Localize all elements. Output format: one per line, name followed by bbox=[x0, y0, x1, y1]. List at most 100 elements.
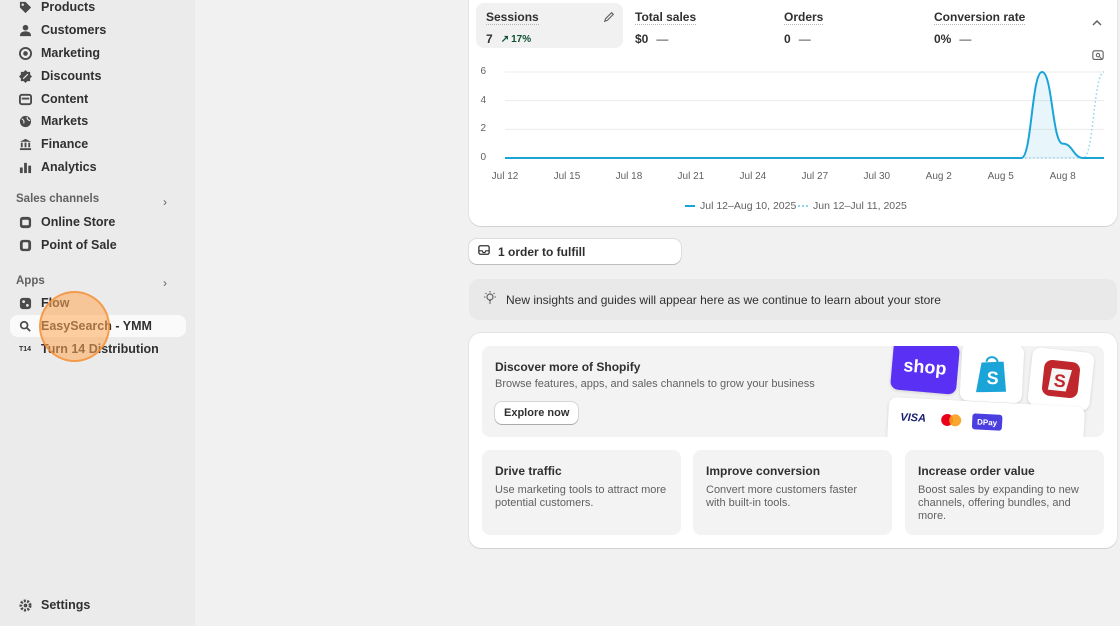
chevron-right-icon[interactable]: › bbox=[163, 195, 167, 209]
shopify-bag-icon: S bbox=[959, 346, 1025, 404]
metric-value: 0 bbox=[784, 32, 791, 46]
x-tick-label: Jul 12 bbox=[491, 171, 519, 182]
y-tick-label: 2 bbox=[480, 123, 486, 135]
sidebar-item-label: Point of Sale bbox=[41, 238, 117, 252]
sidebar-item-label: Online Store bbox=[41, 215, 116, 229]
svg-text:S: S bbox=[1053, 370, 1067, 391]
sidebar-item-discounts[interactable]: Discounts bbox=[10, 65, 186, 87]
metric-orders[interactable]: Orders 0 — bbox=[774, 3, 914, 48]
apps-heading[interactable]: Apps bbox=[16, 275, 45, 287]
mastercard-logo bbox=[940, 413, 963, 431]
orders-to-fulfill-button[interactable]: 1 order to fulfill bbox=[469, 239, 681, 264]
sales-channels-heading[interactable]: Sales channels bbox=[16, 193, 99, 205]
metric-conversion-rate[interactable]: Conversion rate 0% — bbox=[924, 3, 1074, 48]
x-tick-label: Aug 2 bbox=[925, 171, 952, 182]
content-icon bbox=[18, 92, 32, 106]
shop-app-logo: shop bbox=[889, 346, 961, 395]
legend-line-dotted bbox=[798, 205, 808, 207]
metric-label: Orders bbox=[784, 10, 824, 25]
metric-dash: — bbox=[656, 32, 669, 46]
insights-text: New insights and guides will appear here… bbox=[506, 292, 941, 307]
edit-icon[interactable] bbox=[603, 11, 615, 26]
sidebar-item-label: Content bbox=[41, 92, 89, 106]
metric-dash: — bbox=[959, 32, 972, 46]
sidebar-item-settings[interactable]: Settings bbox=[10, 594, 186, 616]
series-line-current bbox=[505, 70, 1104, 159]
y-tick-label: 4 bbox=[480, 94, 486, 106]
sidebar-item-content[interactable]: Content bbox=[10, 88, 186, 110]
metric-total-sales[interactable]: Total sales $0 — bbox=[625, 3, 765, 48]
globe-icon bbox=[18, 114, 32, 128]
metric-value: 7 bbox=[486, 32, 493, 46]
discover-banner: Discover more of Shopify Browse features… bbox=[482, 346, 1104, 437]
bank-icon bbox=[18, 137, 32, 151]
feature-drive-traffic[interactable]: Drive traffic Use marketing tools to att… bbox=[482, 450, 681, 535]
x-tick-label: Jul 24 bbox=[739, 171, 767, 182]
y-tick-label: 0 bbox=[480, 152, 486, 163]
feature-desc: Use marketing tools to attract more pote… bbox=[495, 484, 667, 509]
click-indicator bbox=[39, 291, 110, 362]
explore-now-button[interactable]: Explore now bbox=[495, 402, 579, 424]
gear-icon bbox=[18, 598, 32, 612]
sidebar-item-label: Products bbox=[41, 0, 96, 14]
sidebar-item-label: Marketing bbox=[41, 46, 101, 60]
legend-label: Jul 12–Aug 10, 2025 bbox=[700, 200, 797, 212]
dpay-logo: DPay bbox=[971, 413, 1003, 431]
discover-subtitle: Browse features, apps, and sales channel… bbox=[495, 378, 815, 390]
x-tick-label: Jul 21 bbox=[677, 171, 705, 182]
x-tick-label: Aug 8 bbox=[1049, 171, 1076, 182]
chevron-right-icon[interactable]: › bbox=[163, 276, 167, 290]
chevron-up-icon[interactable] bbox=[1092, 17, 1102, 31]
sidebar-item-label: Analytics bbox=[41, 160, 97, 174]
legend-line-solid bbox=[685, 205, 695, 207]
x-tick-label: Jul 27 bbox=[801, 171, 829, 182]
svg-text:S: S bbox=[986, 368, 999, 389]
metric-label: Sessions bbox=[486, 10, 539, 25]
metric-value: 0% bbox=[934, 32, 952, 46]
pos-icon bbox=[18, 238, 32, 252]
x-tick-label: Jul 30 bbox=[863, 171, 891, 182]
legend-previous: Jun 12–Jul 11, 2025 bbox=[798, 200, 907, 212]
trend-up-icon: ↗ bbox=[500, 33, 510, 45]
visa-logo: VISA bbox=[899, 411, 927, 425]
flow-icon bbox=[18, 296, 32, 310]
feature-title: Drive traffic bbox=[495, 464, 562, 478]
sidebar-item-label: Markets bbox=[41, 114, 89, 128]
metric-label: Total sales bbox=[635, 10, 697, 25]
metric-label: Conversion rate bbox=[934, 10, 1026, 25]
app-store-icon: S bbox=[1027, 346, 1095, 412]
feature-increase-order-value[interactable]: Increase order value Boost sales by expa… bbox=[905, 450, 1104, 535]
sidebar-item-online-store[interactable]: Online Store bbox=[10, 211, 186, 233]
store-icon bbox=[18, 215, 32, 229]
tag-icon bbox=[18, 0, 32, 14]
sidebar-item-products[interactable]: Products bbox=[10, 0, 186, 18]
insights-banner: New insights and guides will appear here… bbox=[469, 279, 1117, 320]
sidebar-item-label: Finance bbox=[41, 137, 89, 151]
sidebar-item-label: Discounts bbox=[41, 69, 102, 83]
chart-options-icon[interactable] bbox=[1092, 50, 1104, 65]
feature-improve-conversion[interactable]: Improve conversion Convert more customer… bbox=[693, 450, 892, 535]
x-tick-label: Jul 15 bbox=[553, 171, 581, 182]
sidebar-item-finance[interactable]: Finance bbox=[10, 133, 186, 155]
y-tick-label: 6 bbox=[480, 66, 486, 77]
sidebar-item-marketing[interactable]: Marketing bbox=[10, 42, 186, 64]
person-icon bbox=[18, 23, 32, 37]
metric-sessions[interactable]: Sessions 7 ↗ 17% bbox=[476, 3, 623, 48]
legend-label: Jun 12–Jul 11, 2025 bbox=[813, 200, 907, 212]
fulfill-label: 1 order to fulfill bbox=[498, 244, 586, 259]
feature-desc: Convert more customers faster with built… bbox=[706, 484, 857, 509]
x-tick-label: Jul 18 bbox=[615, 171, 643, 182]
metric-trend: 17% bbox=[511, 33, 532, 45]
search-icon bbox=[18, 319, 32, 333]
sidebar-item-customers[interactable]: Customers bbox=[10, 19, 186, 41]
sidebar-item-label: Customers bbox=[41, 23, 107, 37]
sidebar-item-analytics[interactable]: Analytics bbox=[10, 156, 186, 178]
bar-chart-icon bbox=[18, 160, 32, 174]
sidebar-item-point-of-sale[interactable]: Point of Sale bbox=[10, 234, 186, 256]
feature-title: Improve conversion bbox=[706, 464, 821, 478]
lightbulb-icon bbox=[483, 291, 497, 308]
sidebar-item-markets[interactable]: Markets bbox=[10, 110, 186, 132]
discount-icon bbox=[18, 69, 32, 83]
target-icon bbox=[18, 46, 32, 60]
turn14-logo-icon: T14 bbox=[18, 345, 32, 353]
